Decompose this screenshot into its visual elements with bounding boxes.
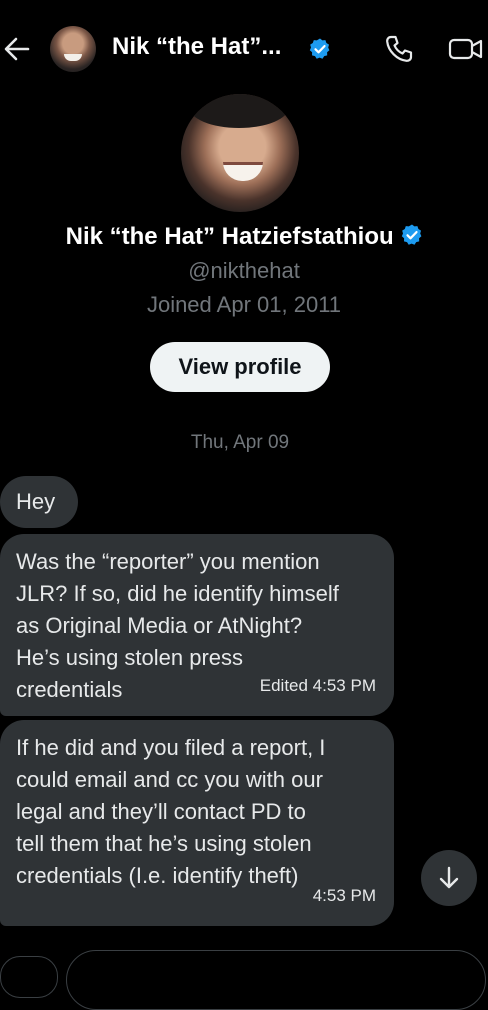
avatar-hair <box>189 94 289 128</box>
phone-icon <box>386 35 413 62</box>
scroll-to-bottom-button[interactable] <box>421 850 477 906</box>
message-line: tell them that he’s using stolen <box>16 831 312 856</box>
arrow-left-icon <box>4 37 30 61</box>
message-bubble[interactable]: If he did and you filed a report, I coul… <box>0 720 394 926</box>
header-title[interactable]: Nik “the Hat”... <box>112 33 281 61</box>
message-line: legal and they’ll contact PD to <box>16 799 306 824</box>
profile-name-text: Nik “the Hat” Hatziefstathiou <box>65 223 394 250</box>
profile-avatar[interactable] <box>181 94 299 212</box>
verified-badge-icon <box>400 223 422 245</box>
arrow-down-icon <box>439 866 459 889</box>
message-line: Hey <box>16 489 56 514</box>
message-line: JLR? If so, did he identify himself <box>16 581 339 606</box>
view-profile-button[interactable]: View profile <box>150 342 330 392</box>
call-button[interactable] <box>384 34 414 64</box>
profile-name: Nik “the Hat” Hatziefstathiou <box>0 223 488 251</box>
message-timestamp: 4:53 PM <box>312 886 376 905</box>
video-call-button[interactable] <box>448 34 484 64</box>
composer-add-button[interactable] <box>0 956 58 998</box>
message-line: If he did and you filed a report, I <box>16 735 326 760</box>
message-timestamp: Edited 4:53 PM <box>259 676 376 695</box>
profile-joined-date: Joined Apr 01, 2011 <box>146 292 342 317</box>
message-input[interactable] <box>66 950 486 1010</box>
back-button[interactable] <box>2 32 32 66</box>
message-line: could email and cc you with our <box>16 767 323 792</box>
verified-badge-icon <box>308 37 330 59</box>
header-avatar[interactable] <box>50 26 96 72</box>
message-line: Was the “reporter” you mention <box>16 549 320 574</box>
video-camera-icon <box>448 38 483 60</box>
message-line: as Original Media or AtNight? <box>16 613 303 638</box>
message-bubble[interactable]: Was the “reporter” you mention JLR? If s… <box>0 534 394 716</box>
message-bubble[interactable]: Hey <box>0 476 78 528</box>
avatar-smile <box>223 162 263 181</box>
profile-handle: @nikthehat <box>188 258 300 283</box>
date-separator: Thu, Apr 09 <box>190 432 290 453</box>
conversation-header: Nik “the Hat”... <box>0 0 488 98</box>
